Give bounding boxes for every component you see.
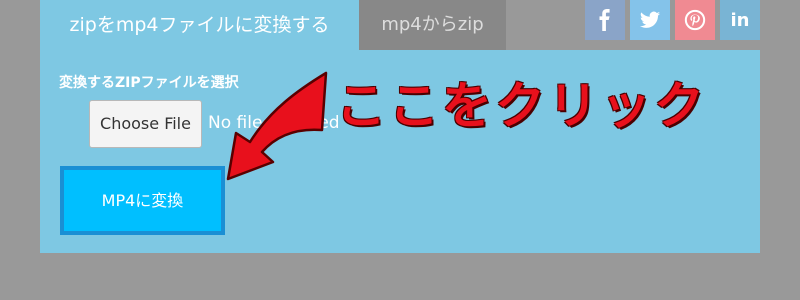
click-here-annotation: ここをクリック	[336, 77, 707, 135]
linkedin-icon: in	[730, 9, 750, 31]
twitter-share-button[interactable]	[630, 0, 670, 40]
choose-file-button[interactable]: Choose File	[89, 100, 202, 148]
tab-mp4-to-zip[interactable]: mp4からzip	[359, 0, 506, 50]
twitter-icon	[639, 11, 661, 28]
pinterest-share-button[interactable]	[675, 0, 715, 40]
facebook-share-button[interactable]	[585, 0, 625, 40]
pinterest-icon	[684, 9, 706, 31]
tab-zip-to-mp4[interactable]: zipをmp4ファイルに変換する	[40, 0, 359, 50]
linkedin-share-button[interactable]: in	[720, 0, 760, 40]
file-status-text: No file selected	[208, 113, 340, 133]
file-select-label: 変換するZIPファイルを選択	[59, 75, 239, 91]
facebook-icon	[599, 9, 610, 31]
convert-to-mp4-button[interactable]: MP4に変換	[60, 166, 225, 235]
